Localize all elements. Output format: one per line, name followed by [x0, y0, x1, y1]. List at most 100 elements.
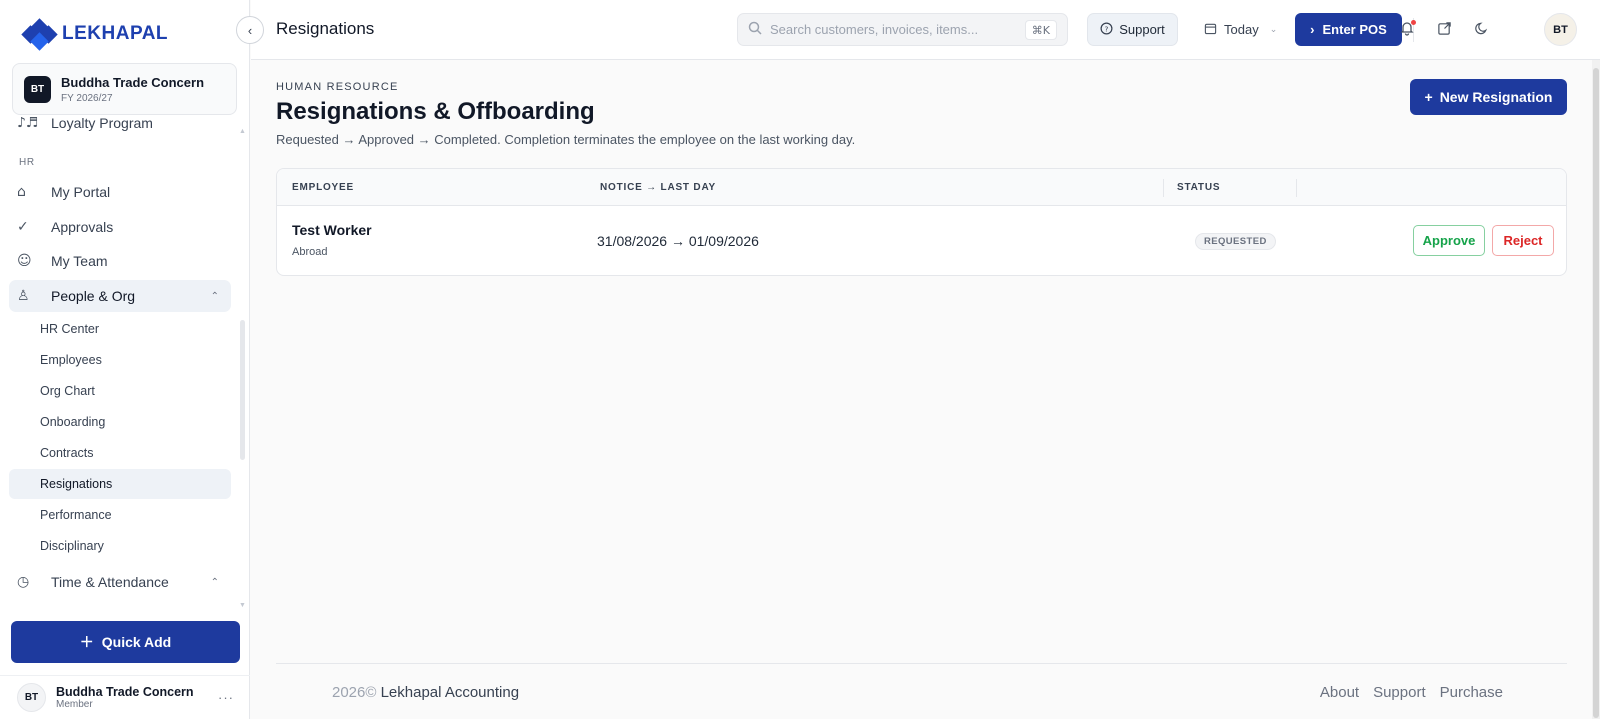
column-header-employee: EMPLOYEE: [292, 182, 354, 193]
quick-add-button[interactable]: ＋ Quick Add: [11, 621, 240, 663]
page-title: Resignations & Offboarding: [276, 98, 595, 125]
chevron-down-icon: ⌄: [1269, 24, 1278, 34]
date-filter-label: Today: [1224, 22, 1259, 37]
user-avatar-button[interactable]: BT: [1544, 13, 1577, 46]
sidebar-item-label: Time & Attendance: [51, 574, 169, 590]
enter-pos-label: Enter POS: [1322, 22, 1387, 37]
sidebar-subitem-employees[interactable]: Employees: [9, 345, 231, 375]
column-divider: [1163, 179, 1164, 197]
sidebar-item-label: Loyalty Program: [51, 117, 153, 131]
header-title: Resignations: [276, 19, 375, 38]
status-badge: REQUESTED: [1195, 233, 1276, 250]
user-name: Buddha Trade Concern: [56, 685, 194, 699]
notice-dates: 31/08/2026 → 01/09/2026: [597, 233, 759, 249]
chevron-up-icon: ⌃: [210, 576, 219, 588]
page-footer: 2026© Lekhapal Accounting About Support …: [276, 663, 1567, 719]
calendar-icon: [1204, 22, 1217, 38]
svg-text:?: ?: [1105, 24, 1109, 33]
company-avatar: BT: [24, 75, 51, 103]
scroll-down-arrow[interactable]: ▼: [239, 602, 246, 609]
new-resignation-label: New Resignation: [1439, 89, 1553, 105]
sidebar-subitem-hr-center[interactable]: HR Center: [9, 314, 231, 344]
user-role: Member: [56, 699, 93, 710]
sidebar-item-my-team[interactable]: ☺ My Team: [9, 245, 231, 277]
brand-name: LEKHAPAL: [62, 23, 169, 44]
team-icon: ☺: [17, 253, 32, 269]
people-org-icon: ♙: [17, 288, 30, 304]
sidebar-item-people-org[interactable]: ♙ People & Org ⌃: [9, 280, 231, 312]
sidebar-subitem-resignations[interactable]: Resignations: [9, 469, 231, 499]
search-shortcut: ⌘K: [1024, 20, 1057, 40]
date-filter[interactable]: Today ⌄: [1204, 13, 1277, 46]
theme-toggle[interactable]: [1468, 17, 1494, 43]
sidebar-subitem-contracts[interactable]: Contracts: [9, 438, 231, 468]
page-subtitle: Requested → Approved → Completed. Comple…: [276, 132, 856, 147]
plus-icon: ＋: [79, 634, 94, 650]
notification-dot: [1411, 20, 1416, 25]
copyright-brand[interactable]: Lekhapal Accounting: [381, 684, 519, 701]
notifications-button[interactable]: [1394, 17, 1420, 43]
collapse-sidebar-button[interactable]: ‹: [236, 16, 264, 44]
help-icon: ?: [1100, 22, 1113, 38]
approvals-icon: ✓: [17, 219, 29, 235]
moon-icon: [1474, 21, 1489, 40]
open-external-button[interactable]: [1431, 17, 1457, 43]
main-scrollbar[interactable]: [1592, 60, 1600, 719]
table-header: EMPLOYEE NOTICE → LAST DAY STATUS: [277, 169, 1566, 206]
scroll-up-arrow[interactable]: ▲: [239, 128, 246, 135]
chevron-up-icon: ⌃: [210, 290, 219, 302]
sidebar-item-approvals[interactable]: ✓ Approvals: [9, 211, 231, 243]
search-input[interactable]: [770, 22, 1020, 37]
logo-icon: [21, 18, 58, 51]
column-divider: [1296, 179, 1297, 197]
footer-link-about[interactable]: About: [1320, 684, 1359, 701]
column-header-notice: NOTICE → LAST DAY: [600, 182, 717, 193]
chevron-left-icon: ‹: [247, 22, 253, 38]
sidebar-item-label: Approvals: [51, 219, 114, 235]
footer-link-support[interactable]: Support: [1373, 684, 1426, 701]
search-icon: [748, 21, 762, 38]
chevron-right-icon: ›: [1310, 22, 1315, 37]
footer-links: About Support Purchase: [1320, 684, 1503, 701]
sidebar-item-time-attendance[interactable]: ◷ Time & Attendance ⌃: [9, 566, 231, 598]
more-icon[interactable]: ···: [218, 690, 234, 705]
company-switcher[interactable]: BT Buddha Trade Concern FY 2026/27: [12, 63, 237, 115]
user-avatar: BT: [17, 683, 46, 712]
fiscal-year: FY 2026/27: [61, 92, 113, 104]
table-row: Test Worker Abroad 31/08/2026 → 01/09/20…: [277, 206, 1566, 275]
footer-link-purchase[interactable]: Purchase: [1440, 684, 1503, 701]
quick-add-label: Quick Add: [101, 634, 172, 650]
company-name: Buddha Trade Concern: [61, 74, 205, 90]
copyright-year: 2026©: [332, 684, 377, 701]
top-header: Resignations ⌘K ? Support Today ⌄ › Ente…: [251, 0, 1600, 60]
plus-icon: +: [1424, 89, 1433, 105]
sidebar-subitem-disciplinary[interactable]: Disciplinary: [9, 531, 231, 561]
clock-icon: ◷: [17, 574, 30, 590]
brand-logo[interactable]: LEKHAPAL: [21, 18, 169, 51]
sidebar-nav: ♪♬ Loyalty Program HR ⌂ My Portal ✓ Appr…: [0, 117, 242, 610]
resignations-table: EMPLOYEE NOTICE → LAST DAY STATUS Test W…: [276, 168, 1567, 276]
reject-button[interactable]: Reject: [1492, 225, 1554, 256]
scrollbar-thumb[interactable]: [1593, 68, 1599, 718]
loyalty-icon: ♪♬: [17, 117, 39, 131]
portal-icon: ⌂: [17, 184, 26, 200]
approve-button[interactable]: Approve: [1413, 225, 1485, 256]
main-content: HUMAN RESOURCE Resignations & Offboardin…: [251, 60, 1600, 719]
new-resignation-button[interactable]: + New Resignation: [1410, 79, 1567, 115]
sidebar-subitem-performance[interactable]: Performance: [9, 500, 231, 530]
sidebar-item-my-portal[interactable]: ⌂ My Portal: [9, 176, 231, 208]
enter-pos-button[interactable]: › Enter POS: [1295, 13, 1402, 46]
sidebar-subitem-onboarding[interactable]: Onboarding: [9, 407, 231, 437]
employee-name: Test Worker: [292, 222, 372, 238]
page-eyebrow: HUMAN RESOURCE: [276, 81, 399, 93]
sidebar-item-label: My Team: [51, 253, 108, 269]
sidebar-scrollbar[interactable]: [240, 320, 245, 460]
column-header-status: STATUS: [1177, 182, 1221, 193]
user-menu[interactable]: BT Buddha Trade Concern Member ···: [0, 675, 250, 719]
sidebar-subitem-org-chart[interactable]: Org Chart: [9, 376, 231, 406]
copyright: 2026© Lekhapal Accounting: [332, 684, 519, 701]
support-button[interactable]: ? Support: [1087, 13, 1178, 46]
sidebar-item-loyalty[interactable]: ♪♬ Loyalty Program: [9, 117, 231, 139]
nav-section-hr: HR: [19, 157, 35, 168]
global-search[interactable]: ⌘K: [737, 13, 1068, 46]
